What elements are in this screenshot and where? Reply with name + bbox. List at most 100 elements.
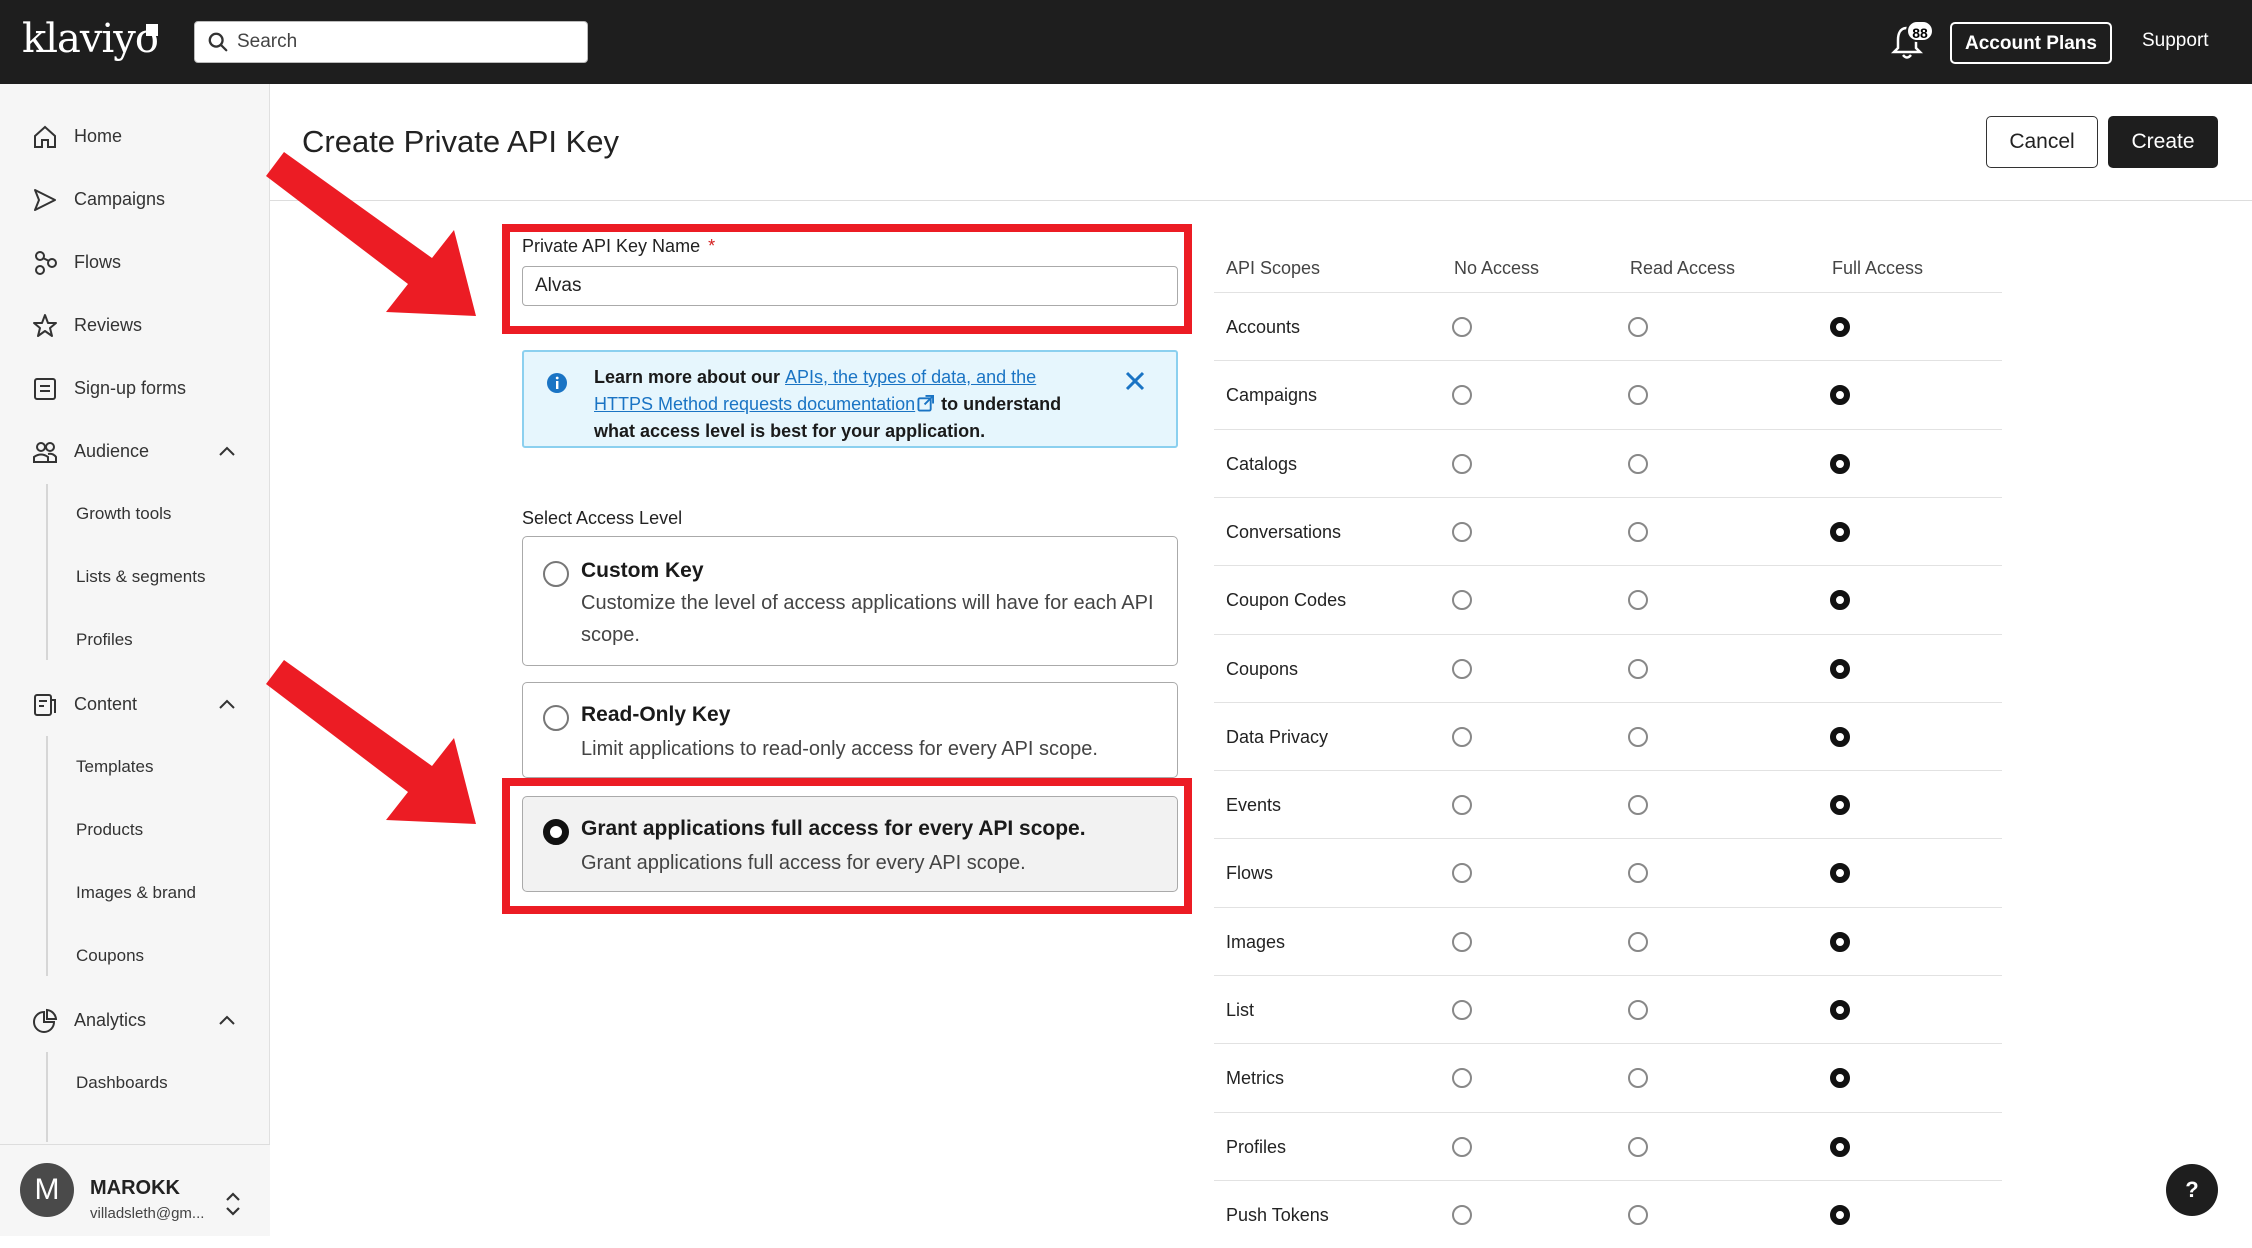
account-plans-button[interactable]: Account Plans: [1950, 22, 2112, 64]
radio-full-access[interactable]: [1830, 1068, 1850, 1089]
radio-read-access[interactable]: [1628, 931, 1648, 952]
radio-read-access[interactable]: [1628, 795, 1648, 816]
radio-no-access[interactable]: [1452, 795, 1472, 816]
sidebar-item-signup-forms[interactable]: Sign-up forms: [0, 358, 270, 418]
user-account-menu[interactable]: M MAROKK villadsleth@gm...: [0, 1144, 270, 1236]
radio-no-access[interactable]: [1452, 726, 1472, 747]
radio-custom-key[interactable]: [543, 561, 569, 587]
radio-read-access[interactable]: [1628, 590, 1648, 611]
sidebar-item-campaigns[interactable]: Campaigns: [0, 169, 270, 229]
chevron-up-icon[interactable]: [216, 1010, 238, 1032]
radio-no-access[interactable]: [1452, 1068, 1472, 1089]
radio-no-access[interactable]: [1452, 385, 1472, 406]
table-row: Metrics: [1214, 1043, 2002, 1111]
radio-no-access[interactable]: [1452, 521, 1472, 542]
radio-no-access[interactable]: [1452, 453, 1472, 474]
radio-no-access[interactable]: [1452, 1000, 1472, 1020]
radio-read-only-key[interactable]: [543, 705, 569, 731]
option-custom-key[interactable]: Custom Key Customize the level of access…: [522, 536, 1178, 666]
annotation-arrow-icon: [266, 660, 476, 824]
sidebar-item-flows[interactable]: Flows: [0, 232, 270, 292]
sidebar-sub-dashboards[interactable]: Dashboards: [0, 1053, 270, 1113]
radio-read-access[interactable]: [1628, 1136, 1648, 1157]
radio-full-access[interactable]: [1830, 1136, 1850, 1157]
send-icon: [34, 189, 56, 211]
scope-name: Conversations: [1226, 521, 1342, 542]
radio-full-access[interactable]: [1830, 521, 1850, 542]
table-row: Coupon Codes: [1214, 565, 2002, 633]
radio-no-access[interactable]: [1452, 1136, 1472, 1157]
radio-full-access[interactable]: [1830, 931, 1850, 952]
sidebar-item-home[interactable]: Home: [0, 106, 270, 166]
option-read-only-key[interactable]: Read-Only Key Limit applications to read…: [522, 682, 1178, 778]
radio-read-access[interactable]: [1628, 726, 1648, 747]
radio-no-access[interactable]: [1452, 658, 1472, 679]
help-button[interactable]: ?: [2166, 1164, 2218, 1216]
search-icon: [208, 32, 228, 52]
radio-read-access[interactable]: [1628, 317, 1648, 337]
radio-no-access[interactable]: [1452, 1204, 1472, 1225]
scope-name: Events: [1226, 795, 1282, 816]
radio-read-access[interactable]: [1628, 658, 1648, 679]
radio-full-access[interactable]: [1830, 385, 1850, 406]
klaviyo-logo[interactable]: klaviyo: [22, 16, 159, 62]
annotation-box-full-access: [502, 778, 1192, 914]
radio-full-access[interactable]: [1830, 453, 1850, 474]
chevron-up-icon[interactable]: [216, 441, 238, 463]
radio-no-access[interactable]: [1452, 863, 1472, 884]
external-link-icon[interactable]: [917, 395, 935, 412]
radio-read-access[interactable]: [1628, 385, 1648, 406]
table-row: Profiles: [1214, 1111, 2002, 1180]
search-box[interactable]: [194, 21, 588, 63]
sidebar-item-audience[interactable]: Audience: [0, 421, 270, 481]
header-divider: [270, 200, 2252, 201]
search-input[interactable]: [235, 25, 575, 59]
radio-no-access[interactable]: [1452, 931, 1472, 952]
sidebar-item-label: Audience: [74, 441, 150, 461]
sidebar: Home Campaigns Flows Reviews Sign-up for…: [0, 84, 270, 1236]
analytics-icon: [33, 1008, 58, 1033]
radio-full-access[interactable]: [1830, 658, 1850, 679]
sidebar-item-analytics[interactable]: Analytics: [0, 990, 270, 1050]
option-desc: Customize the level of access applicatio…: [581, 592, 1154, 646]
radio-read-access[interactable]: [1628, 1000, 1648, 1020]
radio-no-access[interactable]: [1452, 317, 1472, 337]
radio-read-access[interactable]: [1628, 453, 1648, 474]
annotation-box-name: [502, 224, 1192, 334]
radio-full-access[interactable]: [1830, 726, 1850, 747]
close-icon[interactable]: [1122, 368, 1148, 394]
radio-full-access[interactable]: [1830, 863, 1850, 884]
cancel-button[interactable]: Cancel: [1986, 116, 2098, 168]
radio-read-access[interactable]: [1628, 521, 1648, 542]
sidebar-sub-images-brand[interactable]: Images & brand: [0, 863, 270, 923]
radio-no-access[interactable]: [1452, 590, 1472, 611]
radio-full-access[interactable]: [1830, 1204, 1850, 1225]
sidebar-sub-coupons[interactable]: Coupons: [0, 926, 270, 986]
radio-full-access[interactable]: [1830, 317, 1850, 337]
sidebar-sub-lists-segments[interactable]: Lists & segments: [0, 547, 270, 607]
sidebar-sub-products[interactable]: Products: [0, 800, 270, 860]
sidebar-item-content[interactable]: Content: [0, 674, 270, 734]
radio-read-access[interactable]: [1628, 863, 1648, 884]
flows-icon: [35, 251, 57, 275]
form-icon: [34, 378, 56, 400]
radio-read-access[interactable]: [1628, 1068, 1648, 1089]
radio-full-access[interactable]: [1830, 590, 1850, 611]
user-name: MAROKK: [90, 1177, 180, 1199]
sidebar-sub-label: Profiles: [76, 630, 133, 649]
radio-full-access[interactable]: [1830, 1000, 1850, 1020]
sidebar-sub-growth-tools[interactable]: Growth tools: [0, 484, 270, 544]
chevron-up-icon[interactable]: [216, 694, 238, 716]
radio-full-access[interactable]: [1830, 795, 1850, 816]
create-button[interactable]: Create: [2108, 116, 2218, 168]
scope-name: Metrics: [1226, 1068, 1284, 1089]
chevron-updown-icon[interactable]: [222, 1189, 244, 1219]
col-header-scopes: API Scopes: [1226, 258, 1321, 278]
sidebar-sub-profiles[interactable]: Profiles: [0, 610, 270, 670]
sidebar-sub-templates[interactable]: Templates: [0, 737, 270, 797]
sidebar-item-reviews[interactable]: Reviews: [0, 295, 270, 355]
radio-read-access[interactable]: [1628, 1204, 1648, 1225]
table-row: Push Tokens: [1214, 1179, 2002, 1248]
scope-name: Profiles: [1226, 1136, 1287, 1157]
support-link[interactable]: Support: [2142, 30, 2209, 52]
